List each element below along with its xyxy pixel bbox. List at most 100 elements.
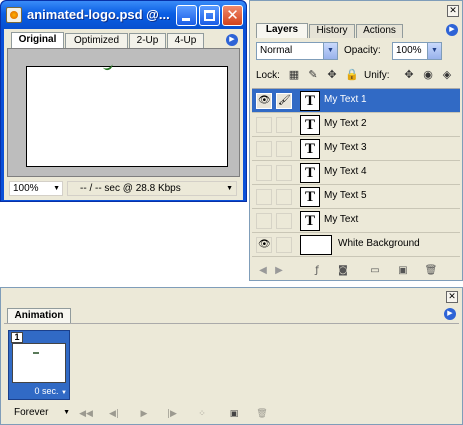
link-toggle[interactable] <box>276 213 292 229</box>
link-toggle[interactable] <box>276 117 292 133</box>
tab-history[interactable]: History <box>309 24 355 38</box>
unify-position-icon[interactable]: ✥ <box>402 68 416 82</box>
layer-name: My Text 5 <box>324 190 367 201</box>
close-icon: ✕ <box>226 6 239 24</box>
visibility-toggle[interactable]: 👁 <box>256 237 272 253</box>
palette-menu-arrow-icon[interactable]: ▶ <box>446 24 458 36</box>
visibility-toggle[interactable] <box>256 165 272 181</box>
layer-name: My Text 3 <box>324 142 367 153</box>
document-titlebar[interactable]: animated-logo.psd @... ✕ <box>1 1 246 29</box>
next-arrow-icon[interactable]: ▶ <box>272 264 286 278</box>
new-layer-icon[interactable]: ▣ <box>396 264 410 278</box>
new-folder-icon[interactable]: ▭ <box>368 264 382 278</box>
play-icon[interactable]: ▶ <box>136 407 152 421</box>
layer-name: White Background <box>338 238 420 249</box>
layer-row[interactable]: T My Text 3 <box>252 137 460 161</box>
palette-titlebar[interactable]: ✕ <box>1 288 462 306</box>
chevron-down-icon: ▼ <box>63 409 70 416</box>
unify-style-icon[interactable]: ◈ <box>440 68 454 82</box>
layer-row[interactable]: T My Text 2 <box>252 113 460 137</box>
layer-name: My Text 2 <box>324 118 367 129</box>
layer-thumbnail <box>300 235 332 255</box>
frame-thumbnail <box>12 343 66 383</box>
document-body: Original Optimized 2-Up 4-Up ▶ 100% ▼ --… <box>4 29 243 200</box>
layer-row[interactable]: T My Text 5 <box>252 185 460 209</box>
view-menu-arrow-icon[interactable]: ▶ <box>226 34 238 46</box>
lock-all-icon[interactable]: 🔒 <box>345 68 359 82</box>
next-frame-icon[interactable]: |▶ <box>164 407 180 421</box>
prev-arrow-icon[interactable]: ◀ <box>256 264 270 278</box>
visibility-toggle[interactable] <box>256 141 272 157</box>
tab-4up[interactable]: 4-Up <box>167 33 204 48</box>
visibility-toggle[interactable] <box>256 189 272 205</box>
eye-icon: 👁 <box>258 95 271 106</box>
trash-icon[interactable]: 🗑 <box>254 407 270 421</box>
tab-2up[interactable]: 2-Up <box>129 33 166 48</box>
loop-select[interactable]: Forever ▼ <box>8 406 72 421</box>
text-layer-icon: T <box>300 163 320 183</box>
tween-icon[interactable]: ⁘ <box>194 407 210 421</box>
maximize-button[interactable] <box>199 5 220 26</box>
text-layer-icon: T <box>300 91 320 111</box>
close-icon[interactable]: ✕ <box>446 291 458 303</box>
lock-paint-icon[interactable]: ✎ <box>306 68 320 82</box>
frame-delay-value: 0 sec. <box>34 386 59 396</box>
frame-delay-select[interactable]: 0 sec. ▼ <box>35 386 67 396</box>
canvas-area[interactable] <box>7 48 240 177</box>
lock-row: Lock: ▦ ✎ ✥ 🔒 Unify: ✥ ◉ ◈ <box>250 65 462 85</box>
lock-move-icon[interactable]: ✥ <box>325 68 339 82</box>
minimize-button[interactable] <box>176 5 197 26</box>
layer-row[interactable]: 👁 White Background <box>252 233 460 257</box>
tab-animation[interactable]: Animation <box>7 308 71 323</box>
tab-optimized[interactable]: Optimized <box>65 33 128 48</box>
layer-row[interactable]: T My Text <box>252 209 460 233</box>
palette-menu-arrow-icon[interactable]: ▶ <box>444 308 456 320</box>
close-icon[interactable]: ✕ <box>447 5 459 17</box>
layer-row[interactable]: 👁 🖌 T My Text 1 <box>252 89 460 113</box>
tab-layers[interactable]: Layers <box>256 23 308 38</box>
palette-tabs: Layers History Actions ▶ <box>254 23 458 38</box>
trash-icon[interactable]: 🗑 <box>424 264 438 278</box>
link-toggle[interactable] <box>276 189 292 205</box>
unify-visibility-icon[interactable]: ◉ <box>421 68 435 82</box>
layers-palette-footer: ◀ ▶ ƒ ◙ ▭ ▣ 🗑 <box>252 263 460 279</box>
mask-icon[interactable]: ◙ <box>336 264 350 278</box>
link-toggle[interactable] <box>276 141 292 157</box>
brush-icon: 🖌 <box>278 95 291 106</box>
download-time-select[interactable]: -- / -- sec @ 28.8 Kbps ▼ <box>67 181 237 196</box>
unify-label: Unify: <box>364 70 390 81</box>
link-toggle[interactable] <box>276 237 292 253</box>
tab-actions[interactable]: Actions <box>356 24 403 38</box>
zoom-select[interactable]: 100% ▼ <box>9 181 63 196</box>
chevron-down-icon: ▼ <box>226 185 233 192</box>
maximize-icon <box>204 10 215 21</box>
palette-titlebar[interactable]: ✕ <box>250 1 462 21</box>
eye-icon: 👁 <box>258 239 271 250</box>
link-toggle[interactable]: 🖌 <box>276 93 292 109</box>
lock-label: Lock: <box>256 70 280 81</box>
blend-mode-value: Normal <box>260 45 293 56</box>
layer-row[interactable]: T My Text 4 <box>252 161 460 185</box>
prev-frame-icon[interactable]: ◀| <box>106 407 122 421</box>
visibility-toggle[interactable]: 👁 <box>256 93 272 109</box>
animation-palette: ✕ Animation ▶ 1 0 sec. ▼ Forever ▼ ◀◀ ◀|… <box>0 287 463 425</box>
opacity-select[interactable]: 100% ▼ <box>392 42 442 60</box>
animation-frame[interactable]: 1 0 sec. ▼ <box>8 330 70 400</box>
close-button[interactable]: ✕ <box>222 5 243 26</box>
frames-area: 1 0 sec. ▼ <box>4 323 459 403</box>
opacity-value: 100% <box>396 45 422 56</box>
blend-mode-select[interactable]: Normal ▼ <box>256 42 338 60</box>
lock-transparency-icon[interactable]: ▦ <box>287 68 301 82</box>
layer-list: 👁 🖌 T My Text 1 T My Text 2 T My Text 3 … <box>252 88 460 257</box>
download-time-text: -- / -- sec @ 28.8 Kbps <box>80 183 181 194</box>
first-frame-icon[interactable]: ◀◀ <box>78 407 94 421</box>
duplicate-frame-icon[interactable]: ▣ <box>226 407 242 421</box>
frame-number: 1 <box>11 332 23 343</box>
document-image[interactable] <box>26 62 228 167</box>
link-toggle[interactable] <box>276 165 292 181</box>
visibility-toggle[interactable] <box>256 213 272 229</box>
layer-style-icon[interactable]: ƒ <box>310 264 324 278</box>
animation-controls: Forever ▼ ◀◀ ◀| ▶ |▶ ⁘ ▣ 🗑 <box>4 406 459 422</box>
tab-original[interactable]: Original <box>11 32 64 48</box>
visibility-toggle[interactable] <box>256 117 272 133</box>
